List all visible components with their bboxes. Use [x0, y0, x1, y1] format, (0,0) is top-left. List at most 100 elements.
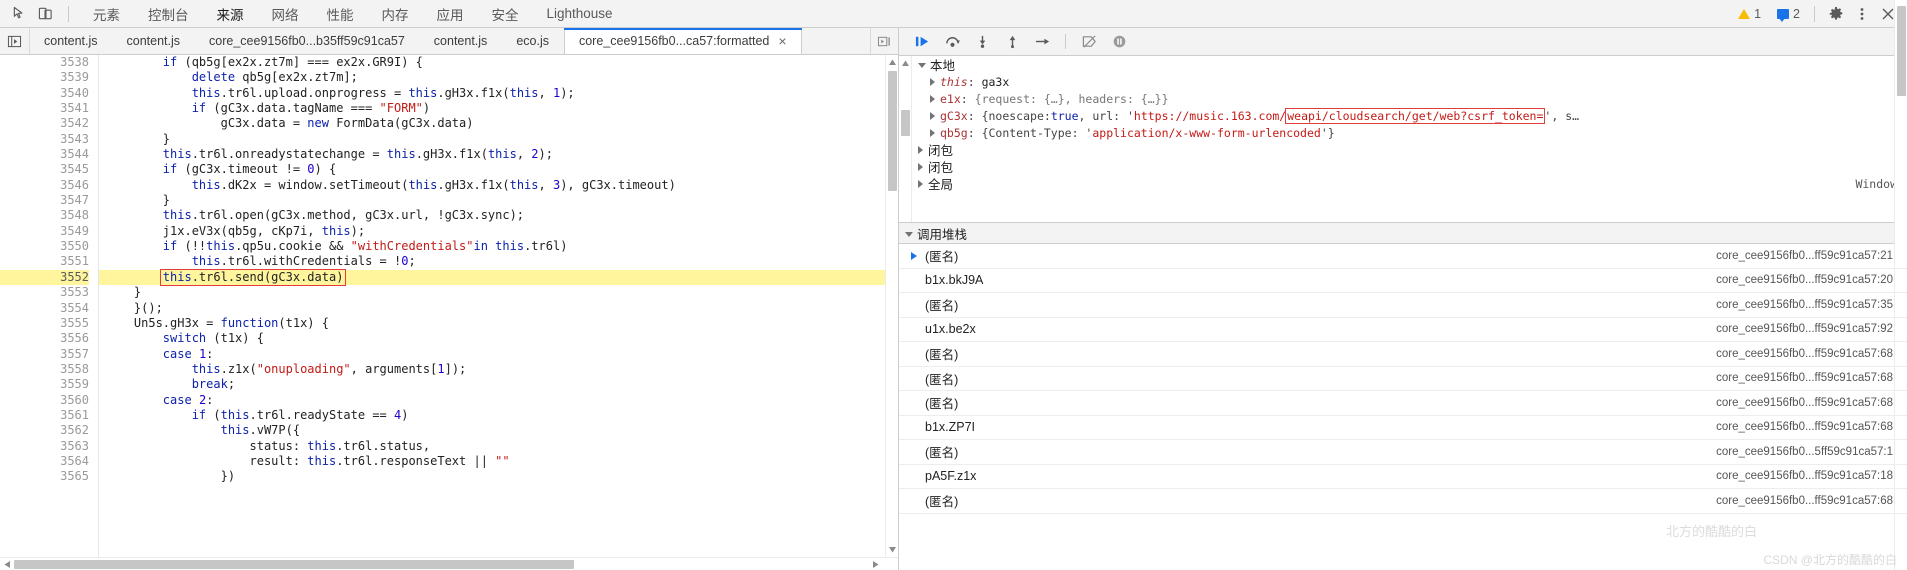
line-number[interactable]: 3546	[0, 178, 89, 193]
panel-tab-performance[interactable]: 性能	[313, 0, 368, 27]
line-number[interactable]: 3544	[0, 147, 89, 162]
code-line[interactable]: }	[105, 193, 885, 208]
code-line[interactable]: this.tr6l.onreadystatechange = this.gH3x…	[105, 147, 885, 162]
call-stack-location[interactable]: core_cee9156fb0...ff59c91ca57:68	[1716, 372, 1893, 384]
line-number[interactable]: 3540	[0, 86, 89, 101]
call-stack-row[interactable]: (匿名) core_cee9156fb0...ff59c91ca57:68	[899, 489, 1907, 514]
gear-icon[interactable]	[1823, 2, 1849, 26]
call-stack-row[interactable]: u1x.be2x core_cee9156fb0...ff59c91ca57:92	[899, 318, 1907, 342]
line-number[interactable]: 3553	[0, 285, 89, 300]
warning-count-badge[interactable]: 1	[1734, 6, 1767, 22]
code-line[interactable]: this.vW7P({	[105, 423, 885, 438]
code-content[interactable]: if (qb5g[ex2x.zt7m] === ex2x.GR9I) { del…	[99, 55, 885, 557]
device-toolbar-toggle-icon[interactable]	[32, 2, 58, 26]
show-navigator-icon[interactable]	[0, 28, 30, 54]
code-line[interactable]: result: this.tr6l.responseText || ""	[105, 454, 885, 469]
scroll-left-arrow-icon[interactable]	[3, 560, 12, 569]
code-line[interactable]: this.z1x("onuploading", arguments[1]);	[105, 362, 885, 377]
scope-var-e1x[interactable]: e1x: {request: {…}, headers: {…}}	[912, 90, 1907, 107]
line-number[interactable]: 3538	[0, 55, 89, 70]
scope-var-qb5g[interactable]: qb5g: {Content-Type: ' application/x-www-…	[912, 124, 1907, 141]
step-over-next-function-call-icon[interactable]	[939, 30, 965, 54]
call-stack-row[interactable]: (匿名) core_cee9156fb0...ff59c91ca57:68	[899, 342, 1907, 367]
panel-tab-elements[interactable]: 元素	[79, 0, 134, 27]
call-stack-location[interactable]: core_cee9156fb0...5ff59c91ca57:1	[1716, 446, 1893, 458]
line-number[interactable]: 3559	[0, 377, 89, 392]
kebab-menu-icon[interactable]	[1849, 2, 1875, 26]
line-number[interactable]: 3554	[0, 301, 89, 316]
file-tab-0[interactable]: content.js	[30, 28, 113, 54]
step-icon[interactable]	[1029, 30, 1055, 54]
code-line[interactable]: })	[105, 469, 885, 484]
code-line[interactable]: case 2:	[105, 393, 885, 408]
scope-var-gC3x[interactable]: gC3x: {noescape: true, url: ' https://mus…	[912, 107, 1907, 124]
message-count-badge[interactable]: 2	[1773, 6, 1806, 22]
code-line[interactable]: }	[105, 285, 885, 300]
code-line[interactable]: if (gC3x.timeout != 0) {	[105, 162, 885, 177]
file-tab-2[interactable]: core_cee9156fb0...b35ff59c91ca57	[195, 28, 420, 54]
file-tab-5-active[interactable]: core_cee9156fb0...ca57:formatted ×	[563, 28, 802, 54]
call-stack-row[interactable]: b1x.bkJ9A core_cee9156fb0...ff59c91ca57:2…	[899, 269, 1907, 293]
line-number[interactable]: 3561	[0, 408, 89, 423]
line-number[interactable]: 3556	[0, 331, 89, 346]
call-stack-location[interactable]: core_cee9156fb0...ff59c91ca57:68	[1716, 421, 1893, 433]
code-line[interactable]: switch (t1x) {	[105, 331, 885, 346]
deactivate-breakpoints-icon[interactable]	[1076, 30, 1102, 54]
call-stack-location[interactable]: core_cee9156fb0...ff59c91ca57:21	[1716, 250, 1893, 262]
scroll-down-arrow-icon[interactable]	[888, 545, 897, 554]
line-number[interactable]: 3563	[0, 439, 89, 454]
code-line[interactable]: }();	[105, 301, 885, 316]
scroll-right-arrow-icon[interactable]	[871, 560, 880, 569]
line-number[interactable]: 3558	[0, 362, 89, 377]
call-stack-location[interactable]: core_cee9156fb0...ff59c91ca57:68	[1716, 397, 1893, 409]
code-line[interactable]: this.tr6l.open(gC3x.method, gC3x.url, !g…	[105, 208, 885, 223]
scope-var-this[interactable]: this: ga3x	[912, 73, 1907, 90]
line-number[interactable]: 3541	[0, 101, 89, 116]
line-number[interactable]: 3562	[0, 423, 89, 438]
h-scrollbar-thumb[interactable]	[14, 560, 574, 569]
panel-tab-sources[interactable]: 来源	[203, 0, 258, 27]
panel-tab-network[interactable]: 网络	[258, 0, 313, 27]
call-stack-row[interactable]: (匿名) core_cee9156fb0...ff59c91ca57:68	[899, 367, 1907, 391]
call-stack-row[interactable]: (匿名) core_cee9156fb0...5ff59c91ca57:1	[899, 440, 1907, 465]
call-stack-list[interactable]: (匿名) core_cee9156fb0...ff59c91ca57:21 b1x.…	[899, 0, 1907, 570]
code-line[interactable]: j1x.eV3x(qb5g, cKp7i, this);	[105, 224, 885, 239]
scroll-up-arrow-icon[interactable]	[888, 58, 897, 67]
code-line[interactable]: delete qb5g[ex2x.zt7m];	[105, 70, 885, 85]
file-tab-4[interactable]: eco.js	[502, 28, 564, 54]
code-line[interactable]: case 1:	[105, 347, 885, 362]
call-stack-location[interactable]: core_cee9156fb0...ff59c91ca57:68	[1716, 348, 1893, 360]
line-number[interactable]: 3555	[0, 316, 89, 331]
panel-tab-lighthouse[interactable]: Lighthouse	[533, 0, 627, 27]
code-line[interactable]: this.tr6l.upload.onprogress = this.gH3x.…	[105, 86, 885, 101]
code-editor[interactable]: 3538 3539 3540 3541 3542 3543 3544 3545 3546 3547…	[0, 55, 885, 557]
code-line[interactable]: break;	[105, 377, 885, 392]
line-number[interactable]: 3564	[0, 454, 89, 469]
code-line[interactable]: Un5s.gH3x = function(t1x) {	[105, 316, 885, 331]
line-number[interactable]: 3549	[0, 224, 89, 239]
call-stack-location[interactable]: core_cee9156fb0...ff59c91ca57:35	[1716, 299, 1893, 311]
line-number[interactable]: 3550	[0, 239, 89, 254]
scope-group-local[interactable]: 本地	[912, 56, 1907, 73]
scope-group-closure-2[interactable]: 闭包	[912, 158, 1907, 175]
scope-scrollbar-thumb[interactable]	[901, 110, 910, 136]
call-stack-row[interactable]: (匿名) core_cee9156fb0...ff59c91ca57:35	[899, 293, 1907, 318]
call-stack-location[interactable]: core_cee9156fb0...ff59c91ca57:92	[1716, 323, 1893, 335]
scope-vertical-scrollbar[interactable]	[899, 56, 912, 222]
editor-vertical-scrollbar[interactable]	[885, 55, 898, 557]
editor-horizontal-scrollbar[interactable]	[0, 557, 898, 570]
line-number[interactable]: 3551	[0, 254, 89, 269]
call-stack-row[interactable]: (匿名) core_cee9156fb0...ff59c91ca57:21	[899, 244, 1907, 269]
line-number[interactable]: 3557	[0, 347, 89, 362]
code-line[interactable]: gC3x.data = new FormData(gC3x.data)	[105, 116, 885, 131]
line-number[interactable]: 3565	[0, 469, 89, 484]
code-line[interactable]: if (this.tr6l.readyState == 4)	[105, 408, 885, 423]
file-tab-1[interactable]: content.js	[113, 28, 196, 54]
code-line[interactable]: if (!!this.qp5u.cookie && "withCredentia…	[105, 239, 885, 254]
code-line[interactable]: this.tr6l.send(gC3x.data)	[99, 268, 885, 287]
scope-scroll-up-arrow-icon[interactable]	[901, 59, 910, 68]
line-number[interactable]: 3542	[0, 116, 89, 131]
code-line[interactable]: }	[105, 132, 885, 147]
line-number[interactable]: 3548	[0, 208, 89, 223]
code-line[interactable]: if (gC3x.data.tagName === "FORM")	[105, 101, 885, 116]
